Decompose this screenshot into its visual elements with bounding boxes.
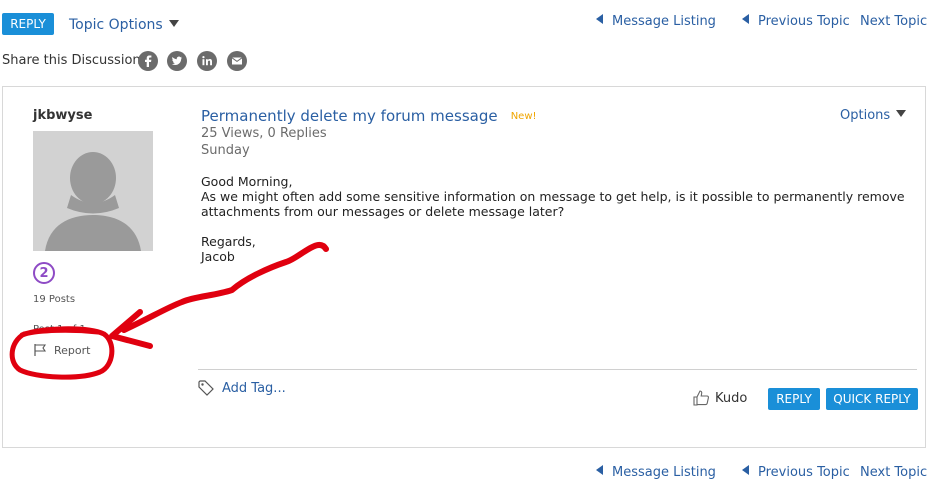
bottom-message-listing-link[interactable]: Message Listing — [596, 465, 716, 480]
bottom-previous-topic-link[interactable]: Previous Topic — [742, 465, 850, 480]
bottom-next-topic-label: Next Topic — [860, 465, 928, 480]
bottom-message-listing-label: Message Listing — [612, 465, 716, 480]
bottom-next-topic-link[interactable]: Next Topic — [860, 465, 927, 480]
bottom-previous-topic-label: Previous Topic — [758, 465, 850, 480]
annotation-arrow-shaft — [121, 242, 329, 333]
annotation-circle — [9, 326, 115, 380]
annotation-overlay — [9, 242, 329, 380]
